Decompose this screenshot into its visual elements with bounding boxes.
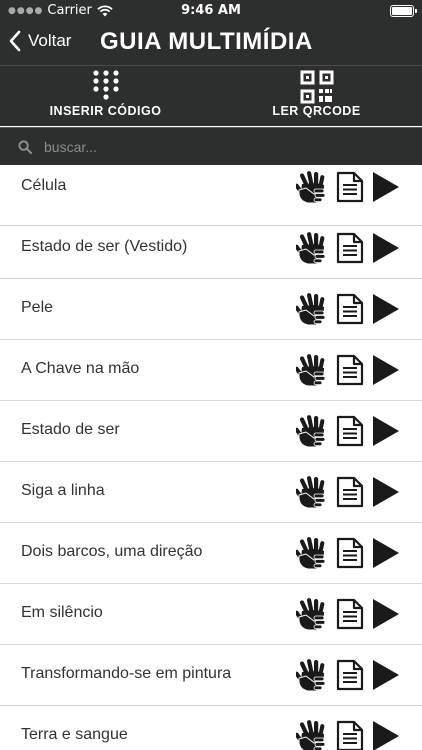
page-title: GUIA MULTIMÍDIA <box>100 28 313 55</box>
qrcode-icon <box>300 70 333 104</box>
play-icon[interactable] <box>372 415 400 447</box>
read-qrcode-button[interactable]: LER QRCODE <box>211 70 422 126</box>
play-icon[interactable] <box>372 171 400 203</box>
list-item-title: Estado de ser (Vestido) <box>21 238 188 255</box>
play-icon[interactable] <box>372 232 400 264</box>
play-icon[interactable] <box>372 598 400 630</box>
back-button[interactable]: Voltar <box>8 30 71 52</box>
list-item[interactable]: Célula <box>0 165 422 226</box>
sign-language-icon[interactable] <box>296 597 330 631</box>
list-item[interactable]: A Chave na mão <box>0 340 422 401</box>
list-item[interactable]: Estado de ser (Vestido) <box>0 218 422 279</box>
document-icon[interactable] <box>336 537 364 569</box>
sign-language-icon[interactable] <box>296 170 330 204</box>
play-icon[interactable] <box>372 720 400 750</box>
list-item-title: Transformando-se em pintura <box>21 665 232 682</box>
sign-language-icon[interactable] <box>296 414 330 448</box>
list-item-title: Siga a linha <box>21 482 105 499</box>
search-input[interactable] <box>44 134 404 160</box>
list-item[interactable]: Dois barcos, uma direção <box>0 523 422 584</box>
document-icon[interactable] <box>336 659 364 691</box>
list-item-title: Dois barcos, uma direção <box>21 543 203 560</box>
list-item-title: Pele <box>21 299 54 316</box>
insert-code-button[interactable]: INSERIR CÓDIGO <box>0 70 211 126</box>
read-qrcode-label: LER QRCODE <box>272 104 361 118</box>
play-icon[interactable] <box>372 659 400 691</box>
document-icon[interactable] <box>336 720 364 750</box>
play-icon[interactable] <box>372 293 400 325</box>
battery-icon <box>390 5 417 17</box>
sign-language-icon[interactable] <box>296 475 330 509</box>
content-list: Célula Estado de ser (Vestido) Pele A Ch… <box>0 165 422 750</box>
list-item[interactable]: Transformando-se em pintura <box>0 645 422 706</box>
chevron-left-icon <box>9 30 21 52</box>
document-icon[interactable] <box>336 232 364 264</box>
insert-code-label: INSERIR CÓDIGO <box>49 104 162 118</box>
action-bar: INSERIR CÓDIGO LER QRCODE <box>0 66 422 126</box>
sign-language-icon[interactable] <box>296 353 330 387</box>
search-icon <box>18 140 32 154</box>
sign-language-icon[interactable] <box>296 231 330 265</box>
sign-language-icon[interactable] <box>296 292 330 326</box>
play-icon[interactable] <box>372 476 400 508</box>
list-item[interactable]: Pele <box>0 279 422 340</box>
list-item-title: Em silêncio <box>21 604 103 621</box>
play-icon[interactable] <box>372 537 400 569</box>
sign-language-icon[interactable] <box>296 719 330 750</box>
back-label: Voltar <box>28 31 72 50</box>
list-item[interactable]: Em silêncio <box>0 584 422 645</box>
document-icon[interactable] <box>336 354 364 386</box>
keypad-icon <box>92 70 119 100</box>
list-item[interactable]: Siga a linha <box>0 462 422 523</box>
status-bar: ●●●● Carrier 9:46 AM <box>0 0 422 22</box>
list-item[interactable]: Terra e sangue <box>0 706 422 750</box>
clock: 9:46 AM <box>181 3 241 18</box>
sign-language-icon[interactable] <box>296 536 330 570</box>
document-icon[interactable] <box>336 476 364 508</box>
list-item[interactable]: Estado de ser <box>0 401 422 462</box>
navigation-bar: Voltar GUIA MULTIMÍDIA <box>0 22 422 66</box>
list-item-title: Terra e sangue <box>21 726 128 743</box>
sign-language-icon[interactable] <box>296 658 330 692</box>
list-item-title: Estado de ser <box>21 421 120 438</box>
document-icon[interactable] <box>336 171 364 203</box>
list-item-title: Célula <box>21 177 67 194</box>
search-bar <box>0 127 422 165</box>
document-icon[interactable] <box>336 415 364 447</box>
document-icon[interactable] <box>336 598 364 630</box>
document-icon[interactable] <box>336 293 364 325</box>
list-item-title: A Chave na mão <box>21 360 140 377</box>
play-icon[interactable] <box>372 354 400 386</box>
